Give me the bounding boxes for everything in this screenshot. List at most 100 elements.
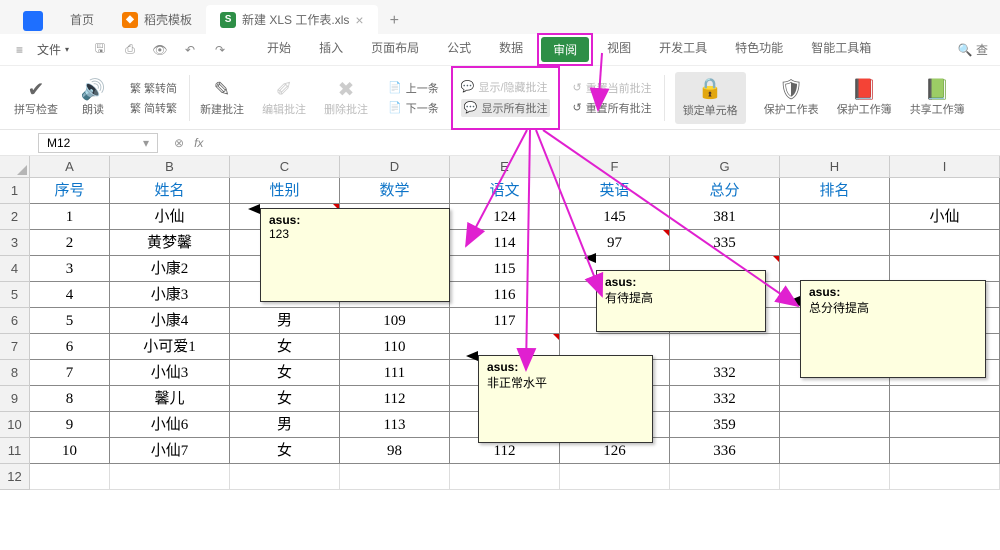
redo-icon[interactable]: ↷ [207, 39, 233, 61]
col-header[interactable]: A [30, 156, 110, 178]
data-cell[interactable] [560, 464, 670, 490]
data-cell[interactable]: 336 [670, 438, 780, 464]
tab-formula[interactable]: 公式 [433, 33, 485, 66]
data-cell[interactable]: 116 [450, 282, 560, 308]
data-cell[interactable]: 117 [450, 308, 560, 334]
btn-jian2fan[interactable]: 繁 简转繁 [130, 100, 177, 116]
data-cell[interactable]: 98 [340, 438, 450, 464]
col-header[interactable]: B [110, 156, 230, 178]
data-cell[interactable]: 小仙 [890, 204, 1000, 230]
tab-aitools[interactable]: 智能工具箱 [797, 33, 885, 66]
row-header[interactable]: 2 [0, 204, 30, 230]
tab-review[interactable]: 审阅 [537, 33, 593, 66]
header-cell[interactable]: 排名 [780, 178, 890, 204]
tab-dev[interactable]: 开发工具 [645, 33, 721, 66]
data-cell[interactable] [780, 412, 890, 438]
data-cell[interactable]: 381 [670, 204, 780, 230]
btn-spellcheck[interactable]: ✔ 拼写检查 [6, 70, 66, 126]
data-cell[interactable]: 9 [30, 412, 110, 438]
btn-del-comment[interactable]: ✖ 删除批注 [316, 70, 376, 126]
row-header[interactable]: 4 [0, 256, 30, 282]
data-cell[interactable]: 4 [30, 282, 110, 308]
save-icon[interactable]: 🖫 [87, 39, 113, 61]
data-cell[interactable]: 109 [340, 308, 450, 334]
data-cell[interactable]: 小康3 [110, 282, 230, 308]
data-cell[interactable] [780, 464, 890, 490]
comment-box-e7[interactable]: asus: 非正常水平 [478, 355, 653, 443]
data-cell[interactable]: 113 [340, 412, 450, 438]
data-cell[interactable]: 馨儿 [110, 386, 230, 412]
comment-box-f3[interactable]: asus: 有待提高 [596, 270, 766, 332]
data-cell[interactable]: 10 [30, 438, 110, 464]
row-header[interactable]: 12 [0, 464, 30, 490]
data-cell[interactable] [780, 386, 890, 412]
header-cell[interactable]: 姓名 [110, 178, 230, 204]
data-cell[interactable]: 5 [30, 308, 110, 334]
data-cell[interactable]: 小康2 [110, 256, 230, 282]
data-cell[interactable] [780, 438, 890, 464]
select-all-corner[interactable] [0, 156, 30, 178]
col-header[interactable]: C [230, 156, 340, 178]
tab-add[interactable]: + [378, 8, 411, 34]
close-icon[interactable]: × [355, 12, 363, 28]
data-cell[interactable]: 小仙 [110, 204, 230, 230]
formula-input[interactable] [219, 133, 1000, 153]
data-cell[interactable]: 115 [450, 256, 560, 282]
data-cell[interactable]: 小可爱1 [110, 334, 230, 360]
header-cell[interactable]: 序号 [30, 178, 110, 204]
data-cell[interactable] [890, 464, 1000, 490]
cell-reference-box[interactable]: M12 ▾ [38, 133, 158, 153]
row-header[interactable]: 10 [0, 412, 30, 438]
header-cell[interactable] [890, 178, 1000, 204]
btn-protect-sheet[interactable]: 🛡 保护工作表 [756, 70, 827, 126]
data-cell[interactable]: 女 [230, 334, 340, 360]
tab-sheet[interactable]: S新建 XLS 工作表.xls× [206, 5, 378, 34]
data-cell[interactable] [230, 464, 340, 490]
btn-lock-cell[interactable]: 🔒 锁定单元格 [667, 70, 754, 126]
row-header[interactable]: 11 [0, 438, 30, 464]
btn-show-hide[interactable]: 💬 显示/隐藏批注 [461, 79, 548, 95]
data-cell[interactable]: 6 [30, 334, 110, 360]
data-cell[interactable] [890, 438, 1000, 464]
tab-insert[interactable]: 插入 [305, 33, 357, 66]
col-header[interactable]: F [560, 156, 670, 178]
row-header[interactable]: 1 [0, 178, 30, 204]
spreadsheet[interactable]: ABCDEFGHI 123456789101112 序号姓名性别数学语文英语总分… [0, 156, 1000, 550]
data-cell[interactable] [450, 464, 560, 490]
menu-icon[interactable]: ≡ [10, 43, 29, 57]
data-cell[interactable] [890, 386, 1000, 412]
data-cell[interactable]: 97 [560, 230, 670, 256]
row-header[interactable]: 7 [0, 334, 30, 360]
data-cell[interactable]: 小康4 [110, 308, 230, 334]
btn-next[interactable]: 📄 下一条 [388, 100, 439, 116]
data-cell[interactable]: 黄梦馨 [110, 230, 230, 256]
data-cell[interactable]: 145 [560, 204, 670, 230]
data-cell[interactable]: 小仙3 [110, 360, 230, 386]
data-cell[interactable]: 110 [340, 334, 450, 360]
preview-icon[interactable]: 👁 [147, 39, 173, 61]
data-cell[interactable] [110, 464, 230, 490]
comment-box-g4[interactable]: asus: 总分待提高 [800, 280, 986, 378]
row-header[interactable]: 9 [0, 386, 30, 412]
tab-home[interactable]: 首页 [56, 5, 108, 34]
data-cell[interactable] [670, 464, 780, 490]
col-header[interactable]: I [890, 156, 1000, 178]
btn-reset-cur[interactable]: ↺ 重置当前批注 [572, 80, 651, 96]
tab-view[interactable]: 视图 [593, 33, 645, 66]
tab-start[interactable]: 开始 [253, 33, 305, 66]
file-menu[interactable]: 文件▾ [29, 37, 77, 62]
row-header[interactable]: 5 [0, 282, 30, 308]
data-cell[interactable] [890, 256, 1000, 282]
data-cell[interactable]: 8 [30, 386, 110, 412]
data-cell[interactable] [780, 256, 890, 282]
data-cell[interactable]: 女 [230, 438, 340, 464]
btn-protect-book[interactable]: 📕 保护工作簿 [829, 70, 900, 126]
tab-special[interactable]: 特色功能 [721, 33, 797, 66]
data-cell[interactable]: 男 [230, 412, 340, 438]
data-cell[interactable]: 男 [230, 308, 340, 334]
data-cell[interactable]: 1 [30, 204, 110, 230]
col-header[interactable]: D [340, 156, 450, 178]
data-cell[interactable]: 7 [30, 360, 110, 386]
data-cell[interactable] [780, 204, 890, 230]
header-cell[interactable]: 语文 [450, 178, 560, 204]
